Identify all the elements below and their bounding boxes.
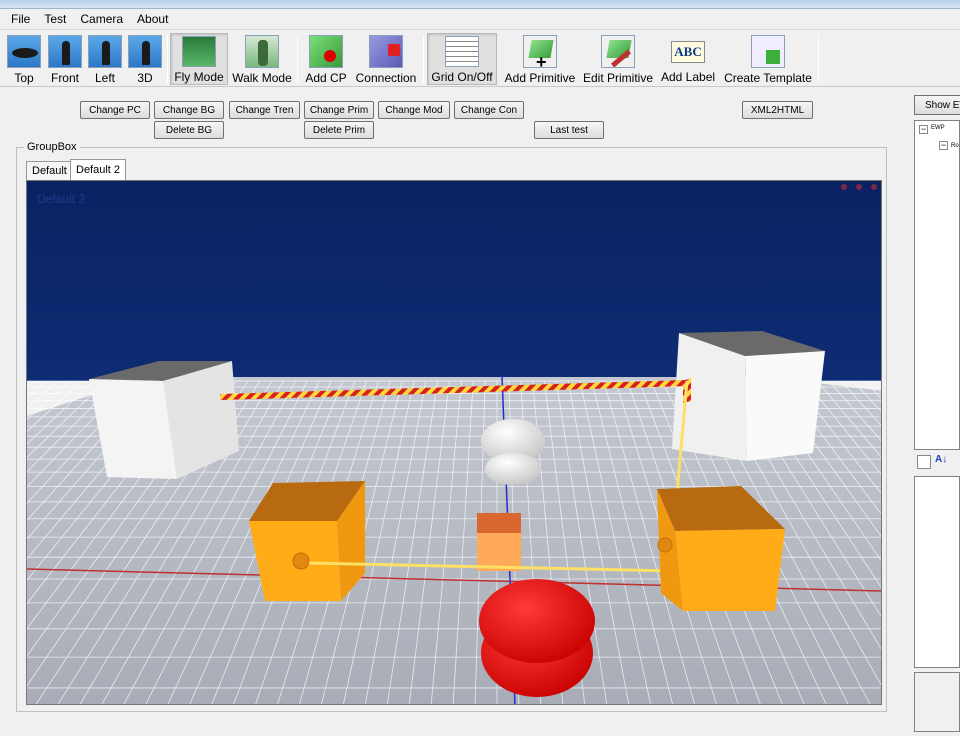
grid-toggle-button[interactable]: Grid On/Off bbox=[427, 33, 497, 85]
menu-about[interactable]: About bbox=[130, 9, 175, 29]
edit-primitive-icon bbox=[601, 35, 635, 68]
front-view-label: Front bbox=[50, 71, 79, 85]
toolbar-separator bbox=[167, 35, 168, 83]
orange-block-center bbox=[477, 513, 521, 571]
xml2html-button[interactable]: XML2HTML bbox=[742, 101, 813, 119]
white-primitive-center bbox=[481, 419, 545, 485]
toolbar-separator bbox=[423, 35, 424, 83]
group-box-label: GroupBox bbox=[24, 141, 80, 153]
left-view-button[interactable]: Left bbox=[87, 33, 123, 85]
connection-point-right bbox=[657, 537, 673, 553]
change-tren-button[interactable]: Change Tren bbox=[229, 101, 300, 119]
fly-mode-icon bbox=[182, 36, 216, 67]
front-view-icon bbox=[48, 35, 82, 68]
front-view-button[interactable]: Front bbox=[46, 33, 84, 85]
connection-point-left bbox=[292, 552, 310, 570]
grid-icon bbox=[445, 36, 479, 67]
edit-primitive-label: Edit Primitive bbox=[583, 71, 654, 85]
sort-alpha-icon[interactable]: A↓ bbox=[935, 454, 947, 465]
add-label-button[interactable]: ABC Add Label bbox=[661, 33, 715, 85]
left-view-label: Left bbox=[94, 71, 115, 85]
menu-file[interactable]: File bbox=[4, 9, 37, 29]
window-title-bar bbox=[0, 0, 960, 9]
walk-mode-label: Walk Mode bbox=[232, 71, 292, 85]
change-con-button[interactable]: Change Con bbox=[454, 101, 524, 119]
label-abc-icon: ABC bbox=[671, 41, 705, 63]
fly-mode-button[interactable]: Fly Mode bbox=[170, 33, 228, 85]
tab-default-2[interactable]: Default 2 bbox=[70, 159, 127, 180]
change-prim-button[interactable]: Change Prim bbox=[304, 101, 374, 119]
walk-mode-button[interactable]: Walk Mode bbox=[232, 33, 292, 85]
grid-toggle-label: Grid On/Off bbox=[431, 70, 493, 84]
viewport-overlay-text: Default 2 bbox=[37, 192, 85, 206]
tree-collapse-icon[interactable]: − bbox=[919, 125, 928, 134]
3d-viewport[interactable]: Default 2 bbox=[26, 180, 882, 705]
3d-view-label: 3D bbox=[137, 71, 153, 85]
create-template-label: Create Template bbox=[724, 71, 812, 85]
property-description bbox=[914, 672, 960, 732]
template-icon bbox=[751, 35, 785, 68]
delete-prim-button[interactable]: Delete Prim bbox=[304, 121, 374, 139]
toolbar-separator bbox=[297, 35, 298, 83]
3d-view-button[interactable]: 3D bbox=[127, 33, 163, 85]
red-primitive-front bbox=[479, 579, 595, 697]
show-ewp-button[interactable]: Show EWP bbox=[914, 95, 960, 115]
add-primitive-icon bbox=[523, 35, 557, 73]
connection-label: Connection bbox=[355, 71, 417, 85]
left-view-icon bbox=[88, 35, 122, 68]
property-grid[interactable] bbox=[914, 476, 960, 668]
toolbar-separator bbox=[818, 35, 819, 83]
delete-bg-button[interactable]: Delete BG bbox=[154, 121, 224, 139]
menu-bar: File Test Camera About bbox=[0, 9, 960, 30]
tree-child-node[interactable]: Ro bbox=[951, 143, 959, 149]
menu-test[interactable]: Test bbox=[37, 9, 73, 29]
tree-view[interactable]: − EWP − Ro bbox=[914, 120, 960, 450]
top-view-label: Top bbox=[14, 71, 34, 85]
top-view-icon bbox=[7, 35, 41, 68]
add-label-label: Add Label bbox=[660, 70, 716, 84]
tree-root-node[interactable]: EWP bbox=[931, 125, 945, 131]
tab-default[interactable]: Default bbox=[26, 161, 73, 180]
add-cp-button[interactable]: Add CP bbox=[305, 33, 347, 85]
tree-collapse-icon[interactable]: − bbox=[939, 141, 948, 150]
add-primitive-button[interactable]: Add Primitive bbox=[505, 33, 575, 85]
top-view-button[interactable]: Top bbox=[6, 33, 42, 85]
fly-mode-label: Fly Mode bbox=[174, 70, 224, 84]
connection-icon bbox=[369, 35, 403, 68]
menu-camera[interactable]: Camera bbox=[73, 9, 130, 29]
change-bg-button[interactable]: Change BG bbox=[154, 101, 224, 119]
main-toolbar: Top Front Left 3D Fly Mode Walk Mode Add… bbox=[0, 31, 960, 87]
add-cp-icon bbox=[309, 35, 343, 68]
categorized-icon[interactable] bbox=[917, 455, 931, 469]
change-pc-button[interactable]: Change PC bbox=[80, 101, 150, 119]
property-toolbar: A↓ bbox=[914, 452, 960, 474]
white-cube-right bbox=[672, 331, 825, 461]
last-test-button[interactable]: Last test bbox=[534, 121, 604, 139]
orange-cube-left bbox=[249, 481, 365, 601]
walk-mode-icon bbox=[245, 35, 279, 68]
change-mod-button[interactable]: Change Mod bbox=[378, 101, 450, 119]
connection-button[interactable]: Connection bbox=[356, 33, 416, 85]
add-cp-label: Add CP bbox=[305, 71, 347, 85]
create-template-button[interactable]: Create Template bbox=[724, 33, 812, 85]
edit-primitive-button[interactable]: Edit Primitive bbox=[583, 33, 654, 85]
add-primitive-label: Add Primitive bbox=[504, 71, 576, 85]
3d-view-icon bbox=[128, 35, 162, 68]
